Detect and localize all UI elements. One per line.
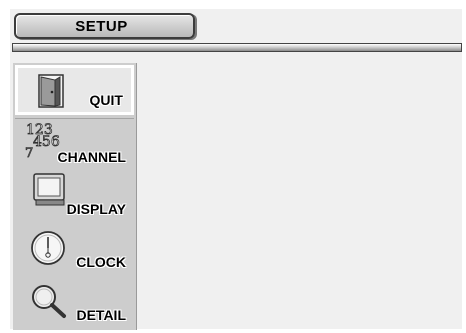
svg-text:7: 7: [25, 146, 33, 161]
menu-item-display[interactable]: DISPLAY: [15, 171, 134, 221]
setup-title-tab: SETUP: [14, 13, 195, 39]
page-title: SETUP: [75, 17, 128, 35]
monitor-icon: [33, 173, 65, 206]
menu-item-channel[interactable]: 123 456 7 CHANNEL: [15, 119, 134, 169]
title-divider: [12, 43, 462, 52]
menu-item-clock[interactable]: CLOCK: [15, 224, 134, 274]
menu-item-quit[interactable]: QUIT: [15, 65, 134, 115]
menu-item-display-label: DISPLAY: [66, 201, 126, 217]
door-icon: [38, 74, 64, 108]
setup-menu: QUIT 123 456 7 CHANNEL DISPLAY CLOCK DET…: [13, 63, 137, 330]
menu-item-channel-label: CHANNEL: [57, 149, 126, 165]
menu-item-detail-label: DETAIL: [76, 307, 126, 323]
svg-text:456: 456: [33, 134, 60, 150]
clock-icon: [31, 231, 65, 265]
menu-item-clock-label: CLOCK: [76, 254, 126, 270]
menu-item-quit-label: QUIT: [89, 92, 123, 108]
menu-item-detail[interactable]: DETAIL: [15, 277, 134, 327]
magnifier-icon: [32, 285, 66, 318]
